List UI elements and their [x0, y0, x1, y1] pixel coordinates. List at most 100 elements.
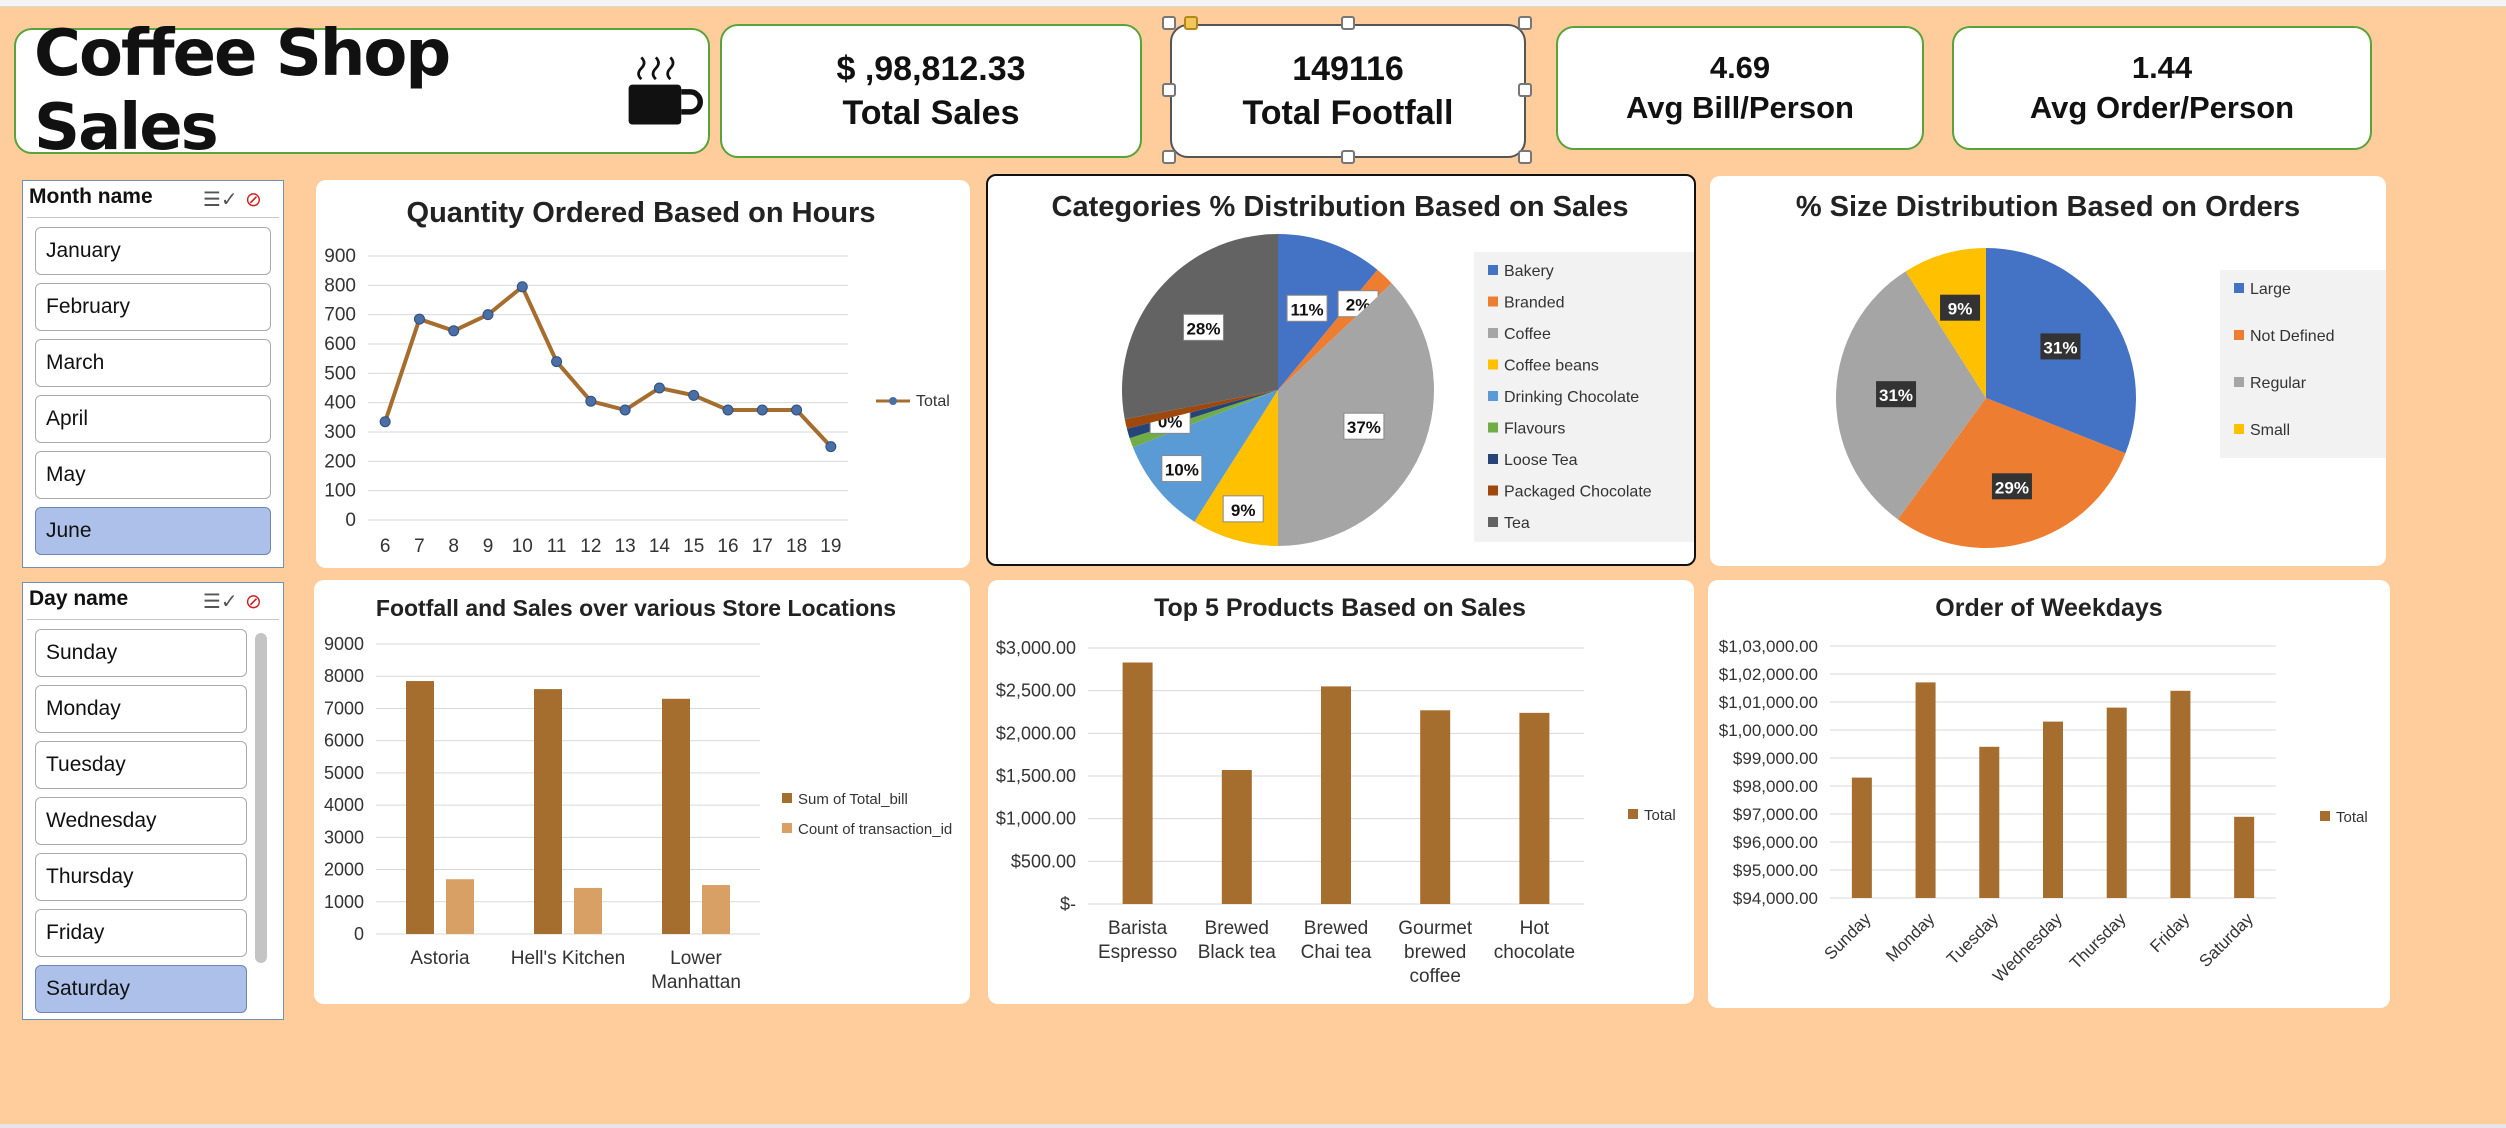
x-tick-label: 15	[683, 536, 704, 557]
x-tick-label: coffee	[1409, 966, 1460, 987]
chart-title: Quantity Ordered Based on Hours	[407, 197, 876, 229]
resize-handle-left[interactable]	[1162, 83, 1176, 97]
bar	[2106, 707, 2127, 898]
total-sales-card[interactable]: $ ,98,812.33 Total Sales	[720, 24, 1142, 158]
legend-drinking-chocolate-swatch	[1488, 391, 1498, 401]
month-slicer-item-may[interactable]: May	[35, 451, 271, 499]
resize-handle-bottom-right[interactable]	[1518, 150, 1532, 164]
sizes-chart-panel[interactable]: % Size Distribution Based on Orders 31% 29…	[1710, 176, 2386, 566]
legend-loose-tea: Loose Tea	[1504, 452, 1578, 469]
y-tick-label: 9000	[324, 634, 364, 654]
x-tick-label: 9	[483, 536, 494, 557]
y-tick-label: $97,000.00	[1733, 805, 1818, 824]
y-tick-label: $1,000.00	[996, 809, 1076, 829]
x-tick-label: brewed	[1404, 942, 1466, 963]
y-tick-label: $500.00	[1011, 851, 1076, 871]
x-tick-label: Sunday	[1820, 909, 1875, 964]
month-slicer[interactable]: Month name ☰✓ ⊘ January February March Apri…	[22, 180, 284, 568]
x-tick-label: Hot	[1520, 918, 1550, 939]
y-tick-label: $3,000.00	[996, 638, 1076, 658]
y-tick-label: $1,00,000.00	[1719, 721, 1818, 740]
data-point	[516, 281, 528, 293]
legend-coffee-swatch	[1488, 328, 1498, 338]
avg-order-card[interactable]: 1.44 Avg Order/Person	[1952, 26, 2372, 150]
y-tick-label: $1,01,000.00	[1719, 693, 1818, 712]
legend-packaged-chocolate-swatch	[1488, 485, 1498, 496]
x-tick-label: 16	[717, 536, 738, 557]
rotate-handle[interactable]	[1184, 16, 1198, 30]
chart-title: Order of Weekdays	[1935, 594, 2162, 622]
y-tick-label: $99,000.00	[1733, 749, 1818, 768]
weekdays-chart-panel[interactable]: Order of Weekdays $94,000.00 $95,000.00 $96…	[1708, 580, 2390, 1008]
x-tick-label: Black tea	[1198, 942, 1277, 963]
day-slicer-item-wednesday[interactable]: Wednesday	[35, 797, 247, 845]
month-slicer-item-february[interactable]: February	[35, 283, 271, 331]
y-tick-label: 100	[324, 481, 356, 502]
locations-chart-panel[interactable]: Footfall and Sales over various Store Lo…	[314, 580, 970, 1004]
chart-title: % Size Distribution Based on Orders	[1796, 191, 2300, 223]
legend-coffee-beans-swatch	[1488, 359, 1498, 370]
multi-select-icon[interactable]: ☰✓	[203, 589, 238, 614]
hours-chart-panel[interactable]: Quantity Ordered Based on Hours 0 100 200 30…	[316, 180, 970, 568]
day-slicer-item-thursday[interactable]: Thursday	[35, 853, 247, 901]
total-footfall-card[interactable]: 149116 Total Footfall	[1170, 24, 1526, 158]
resize-handle-bottom-left[interactable]	[1162, 150, 1176, 164]
sheet-tab-strip	[0, 1124, 2506, 1128]
slicer-divider	[27, 619, 279, 620]
day-slicer-header: Day name	[29, 587, 129, 610]
x-tick-label: Brewed	[1304, 918, 1368, 939]
day-slicer-item-monday[interactable]: Monday	[35, 685, 247, 733]
day-slicer[interactable]: Day name ☰✓ ⊘ Sunday Monday Tuesday Wednesd…	[22, 582, 284, 1020]
coffee-cup-icon	[628, 56, 703, 125]
day-slicer-item-sunday[interactable]: Sunday	[35, 629, 247, 677]
bar	[2234, 816, 2255, 898]
resize-handle-top-left[interactable]	[1162, 16, 1176, 30]
day-slicer-item-friday[interactable]: Friday	[35, 909, 247, 957]
dashboard-title-card[interactable]: Coffee Shop Sales	[14, 17, 710, 165]
month-slicer-item-march[interactable]: March	[35, 339, 271, 387]
resize-handle-right[interactable]	[1518, 83, 1532, 97]
y-tick-label: $-	[1060, 894, 1076, 914]
x-tick-label: Chai tea	[1301, 942, 1372, 963]
series-line-total	[383, 283, 833, 449]
legend-total-swatch	[2320, 811, 2330, 821]
resize-handle-bottom[interactable]	[1341, 150, 1355, 164]
categories-chart-panel[interactable]: Categories % Distribution Based on Sales…	[986, 174, 1696, 566]
avg-bill-card[interactable]: 4.69 Avg Bill/Person	[1556, 26, 1924, 150]
x-tick-label: 10	[512, 536, 533, 557]
multi-select-icon[interactable]: ☰✓	[203, 187, 238, 212]
clear-filter-icon[interactable]: ⊘	[245, 589, 262, 614]
bar	[1519, 712, 1550, 904]
total-footfall-value: 149116	[1292, 49, 1404, 88]
bar	[1979, 746, 2000, 898]
month-slicer-item-april[interactable]: April	[35, 395, 271, 443]
data-point	[413, 313, 425, 325]
slicer-divider	[27, 217, 279, 218]
month-slicer-item-january[interactable]: January	[35, 227, 271, 275]
x-tick-label: Brewed	[1205, 918, 1269, 939]
y-tick-label: $2,500.00	[996, 681, 1076, 701]
day-slicer-item-tuesday[interactable]: Tuesday	[35, 741, 247, 789]
y-tick-label: 700	[324, 305, 356, 326]
day-slicer-item-saturday[interactable]: Saturday	[35, 965, 247, 1013]
y-tick-label: 4000	[324, 795, 364, 815]
resize-handle-top-right[interactable]	[1518, 16, 1532, 30]
x-tick-label: Espresso	[1098, 942, 1177, 963]
resize-handle-top[interactable]	[1341, 16, 1355, 30]
y-tick-label: 200	[324, 451, 356, 472]
legend-tea-swatch	[1488, 517, 1498, 527]
x-tick-label: Lower	[670, 948, 722, 969]
y-tick-label: $2,000.00	[996, 723, 1076, 743]
legend-box	[2220, 270, 2386, 458]
clear-filter-icon[interactable]: ⊘	[245, 187, 262, 212]
month-slicer-item-june[interactable]: June	[35, 507, 271, 555]
products-chart-panel[interactable]: Top 5 Products Based on Sales $- $500.00 $1…	[988, 580, 1694, 1004]
slicer-scrollbar[interactable]	[255, 633, 267, 963]
legend-large: Large	[2250, 281, 2291, 298]
bar	[1221, 770, 1252, 904]
data-label: 28%	[1186, 319, 1220, 338]
x-tick-label: Monday	[1882, 909, 1939, 966]
data-label: 9%	[1231, 501, 1256, 520]
legend-small-swatch	[2234, 424, 2244, 434]
x-tick-label: 13	[615, 536, 636, 557]
